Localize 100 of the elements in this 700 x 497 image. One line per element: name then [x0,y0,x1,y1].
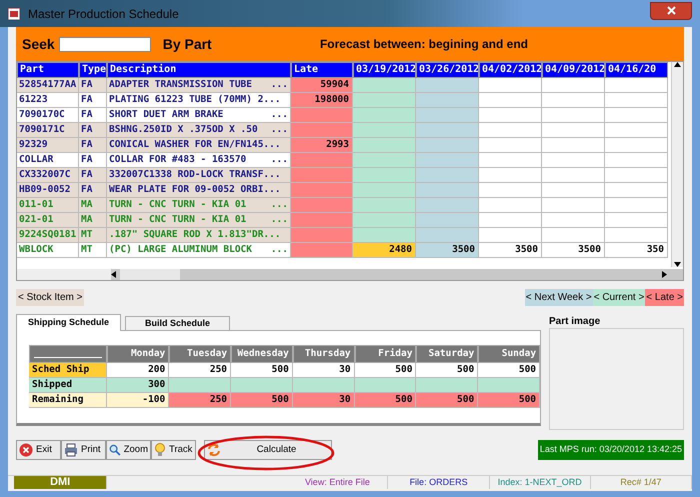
column-header: Sunday [478,345,540,363]
week-cell: 350 [605,243,668,258]
description-text: SHORT DUET ARM BRAKE [109,108,224,122]
close-button[interactable] [650,2,692,20]
table-cell: FA [79,183,107,198]
table-cell: 300 [107,378,170,393]
column-header: Tuesday [169,345,232,363]
toolbar-button[interactable]: Zoom [106,440,151,460]
vertical-scrollbar[interactable] [671,62,683,267]
table-cell: FA [79,138,107,153]
last-run-status: Last MPS run: 03/20/2012 13:42:25 [538,440,684,460]
table-cell: 7090170C [17,108,79,123]
by-part-label: By Part [162,34,212,54]
table-cell: 500 [416,393,478,408]
table-cell: 021-01 [17,213,79,228]
table-cell: 250 [169,393,232,408]
late-cell: 2993 [291,138,353,153]
seek-label: Seek [22,34,55,54]
tab[interactable]: Shipping Schedule [16,314,121,331]
more-text: ... [270,198,288,212]
column-header[interactable]: 04/09/2012 [542,62,605,78]
more-text: ... [270,123,288,137]
description-text: (PC) LARGE ALUMINUM BLOCK [109,243,252,257]
table-cell: MT [79,228,107,243]
column-header[interactable]: 03/26/2012 [416,62,479,78]
refresh-icon [207,443,221,457]
column-header: Thursday [292,345,355,363]
table-cell: 7090171C [17,123,79,138]
table-cell: FA [79,153,107,168]
more-text: ... [270,108,288,122]
late-cell: 198000 [291,93,353,108]
description-text: WEAR PLATE FOR 09-0052 ORBI... [109,183,281,197]
column-header: Wednesday [231,345,293,363]
column-header: Saturday [416,345,478,363]
column-header[interactable]: 04/02/2012 [479,62,542,78]
table-cell: FA [79,123,107,138]
table-cell: 92329 [17,138,79,153]
description-text: TURN - CNC TURN - KIA 01 [109,198,246,212]
table-cell: 500 [478,393,540,408]
part-image-label: Part image [549,315,602,328]
column-header[interactable]: Late [291,62,353,78]
table-cell: HB09-0052 [17,183,79,198]
status-text: Rec# 1/47 [620,476,662,489]
row-label: Remaining [29,393,108,408]
legend-item: < Late > [645,289,684,306]
week-cell: 2480 [353,243,416,258]
description-text: BSHNG.250ID X .375OD X .50 [109,123,258,137]
table-cell: 9224SQ0181 [17,228,79,243]
table-cell: 30 [292,393,355,408]
search-icon [109,443,121,457]
column-header[interactable]: Type [79,62,107,78]
toolbar-button[interactable]: Exit [16,440,61,460]
table-cell: 500 [478,363,540,378]
description-text: COLLAR FOR #483 - 163570 [109,153,246,167]
status-text: DMI [50,475,70,490]
table-cell: 250 [169,363,232,378]
toolbar-button[interactable]: Print [61,440,106,460]
description-text: ADAPTER TRANSMISSION TUBE [109,78,252,92]
table-cell: FA [79,93,107,108]
description-text: 332007C1338 ROD-LOCK TRANSF... [109,168,281,182]
late-cell: 59904 [291,78,353,93]
forecast-label: Forecast between: begining and end [320,36,528,53]
table-cell: COLLAR [17,153,79,168]
status-text: Index: 1-NEXT_ORD [498,476,582,489]
row-label: Shipped [29,378,108,393]
toolbar-button[interactable]: Track [151,440,196,460]
more-text: ... [270,243,288,257]
description-text: TURN - CNC TURN - KIA 01 [109,213,246,227]
table-cell: 30 [292,363,355,378]
legend-item: < Stock Item > [16,289,84,306]
calculate-button[interactable]: Calculate [204,440,332,460]
scroll-down-icon [674,262,681,267]
column-header[interactable]: Part [17,62,79,78]
tab[interactable]: Build Schedule [125,316,230,331]
table-cell: 500 [231,393,293,408]
app-icon [8,8,20,20]
status-text: File: ORDERS [410,476,468,489]
table-cell: 61223 [17,93,79,108]
table-cell: 200 [107,363,170,378]
horizontal-scrollbar[interactable] [17,269,683,280]
column-header[interactable]: 03/19/2012 [353,62,416,78]
table-cell: FA [79,108,107,123]
column-header[interactable]: Description [107,62,291,78]
printer-icon [64,443,78,457]
table-cell: CX332007C [17,168,79,183]
table-cell: 500 [354,393,416,408]
table-cell: FA [79,78,107,93]
column-header[interactable]: 04/16/20 [605,62,668,78]
table-cell: 52854177AA [17,78,79,93]
week-cell: 3500 [416,243,479,258]
lightbulb-icon [154,443,166,457]
table-cell: -100 [107,393,170,408]
window-title: Master Production Schedule [28,6,180,22]
description-text: CONICAL WASHER FOR EN/FN145... [109,138,281,152]
table-cell: 500 [416,363,478,378]
status-text: View: Entire File [304,476,370,489]
more-text: ... [270,213,288,227]
table-cell: WBLOCK [17,243,79,258]
scroll-thumb[interactable] [120,269,180,280]
seek-field[interactable] [58,36,151,52]
